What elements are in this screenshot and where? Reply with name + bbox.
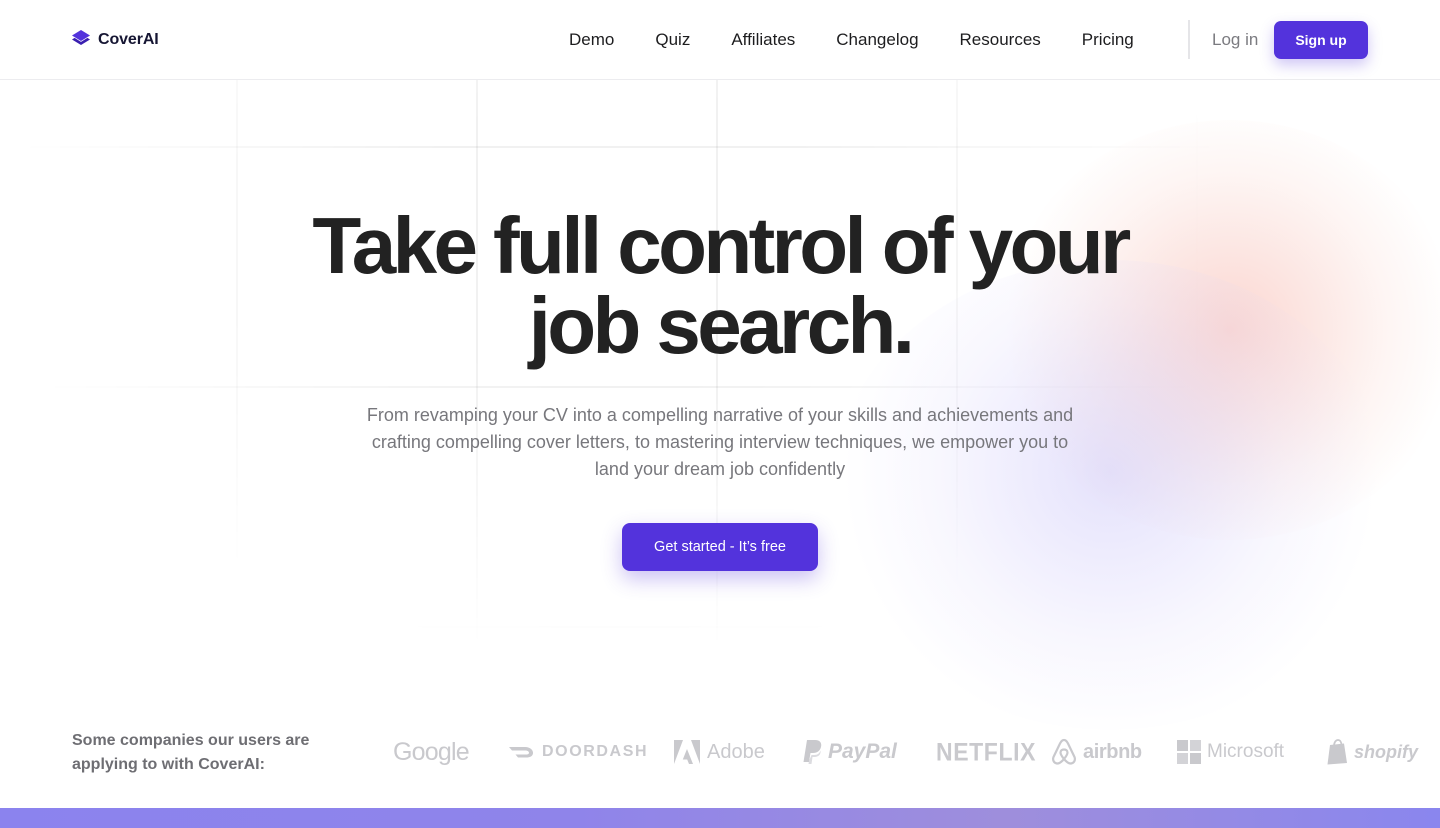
nav-link-affiliates[interactable]: Affiliates: [731, 29, 795, 51]
paypal-icon: [803, 740, 822, 764]
google-logo: Google: [393, 736, 470, 768]
main-nav: Demo Quiz Affiliates Changelog Resources…: [569, 29, 1134, 51]
paypal-logo: PayPal: [802, 736, 897, 768]
site-header: CoverAI Demo Quiz Affiliates Changelog R…: [0, 0, 1440, 80]
google-logo-text: Google: [393, 737, 470, 766]
shopify-logo: shopify: [1326, 736, 1418, 768]
airbnb-logo-text: airbnb: [1083, 740, 1142, 763]
paypal-logo-text: PayPal: [828, 740, 897, 763]
nav-link-pricing[interactable]: Pricing: [1082, 29, 1134, 51]
brand-logo-link[interactable]: CoverAI: [71, 29, 159, 51]
get-started-button[interactable]: Get started - It’s free: [622, 523, 818, 571]
airbnb-logo: airbnb: [1051, 736, 1142, 768]
nav-divider: [1188, 20, 1190, 59]
nav-link-resources[interactable]: Resources: [960, 29, 1041, 51]
microsoft-icon: [1177, 740, 1201, 764]
doordash-logo-text: DOORDASH: [542, 743, 649, 760]
doordash-logo: DOORDASH: [508, 736, 648, 768]
adobe-logo: Adobe: [673, 736, 765, 768]
airbnb-icon: [1052, 738, 1076, 765]
shopify-logo-text: shopify: [1354, 741, 1419, 762]
next-section-band: [0, 808, 1440, 828]
doordash-icon: [509, 747, 534, 758]
nav-link-changelog[interactable]: Changelog: [836, 29, 918, 51]
layers-icon: [72, 30, 90, 45]
netflix-logo-text: NETFLIX: [936, 737, 1037, 766]
hero-title-line-2: job search.: [528, 281, 915, 370]
brand-name: CoverAI: [98, 31, 159, 48]
login-link[interactable]: Log in: [1212, 29, 1258, 51]
microsoft-logo: Microsoft: [1177, 736, 1284, 768]
companies-label: Some companies our users are applying to…: [72, 732, 310, 773]
hero-title: Take full control of your job search.: [0, 206, 1440, 366]
adobe-logo-text: Adobe: [707, 740, 765, 763]
adobe-icon: [674, 740, 700, 764]
nav-link-demo[interactable]: Demo: [569, 29, 614, 51]
nav-link-quiz[interactable]: Quiz: [655, 29, 690, 51]
microsoft-logo-text: Microsoft: [1207, 741, 1285, 762]
signup-button[interactable]: Sign up: [1274, 21, 1368, 59]
hero-subtitle: From revamping your CV into a compelling…: [366, 405, 1074, 479]
hero-title-line-1: Take full control of your: [312, 201, 1131, 290]
shopify-bag-icon: [1327, 739, 1347, 765]
netflix-logo: NETFLIX: [936, 735, 1036, 770]
company-logos: Google DOORDASH Adobe PayPal NETFLIX air…: [393, 735, 1418, 770]
